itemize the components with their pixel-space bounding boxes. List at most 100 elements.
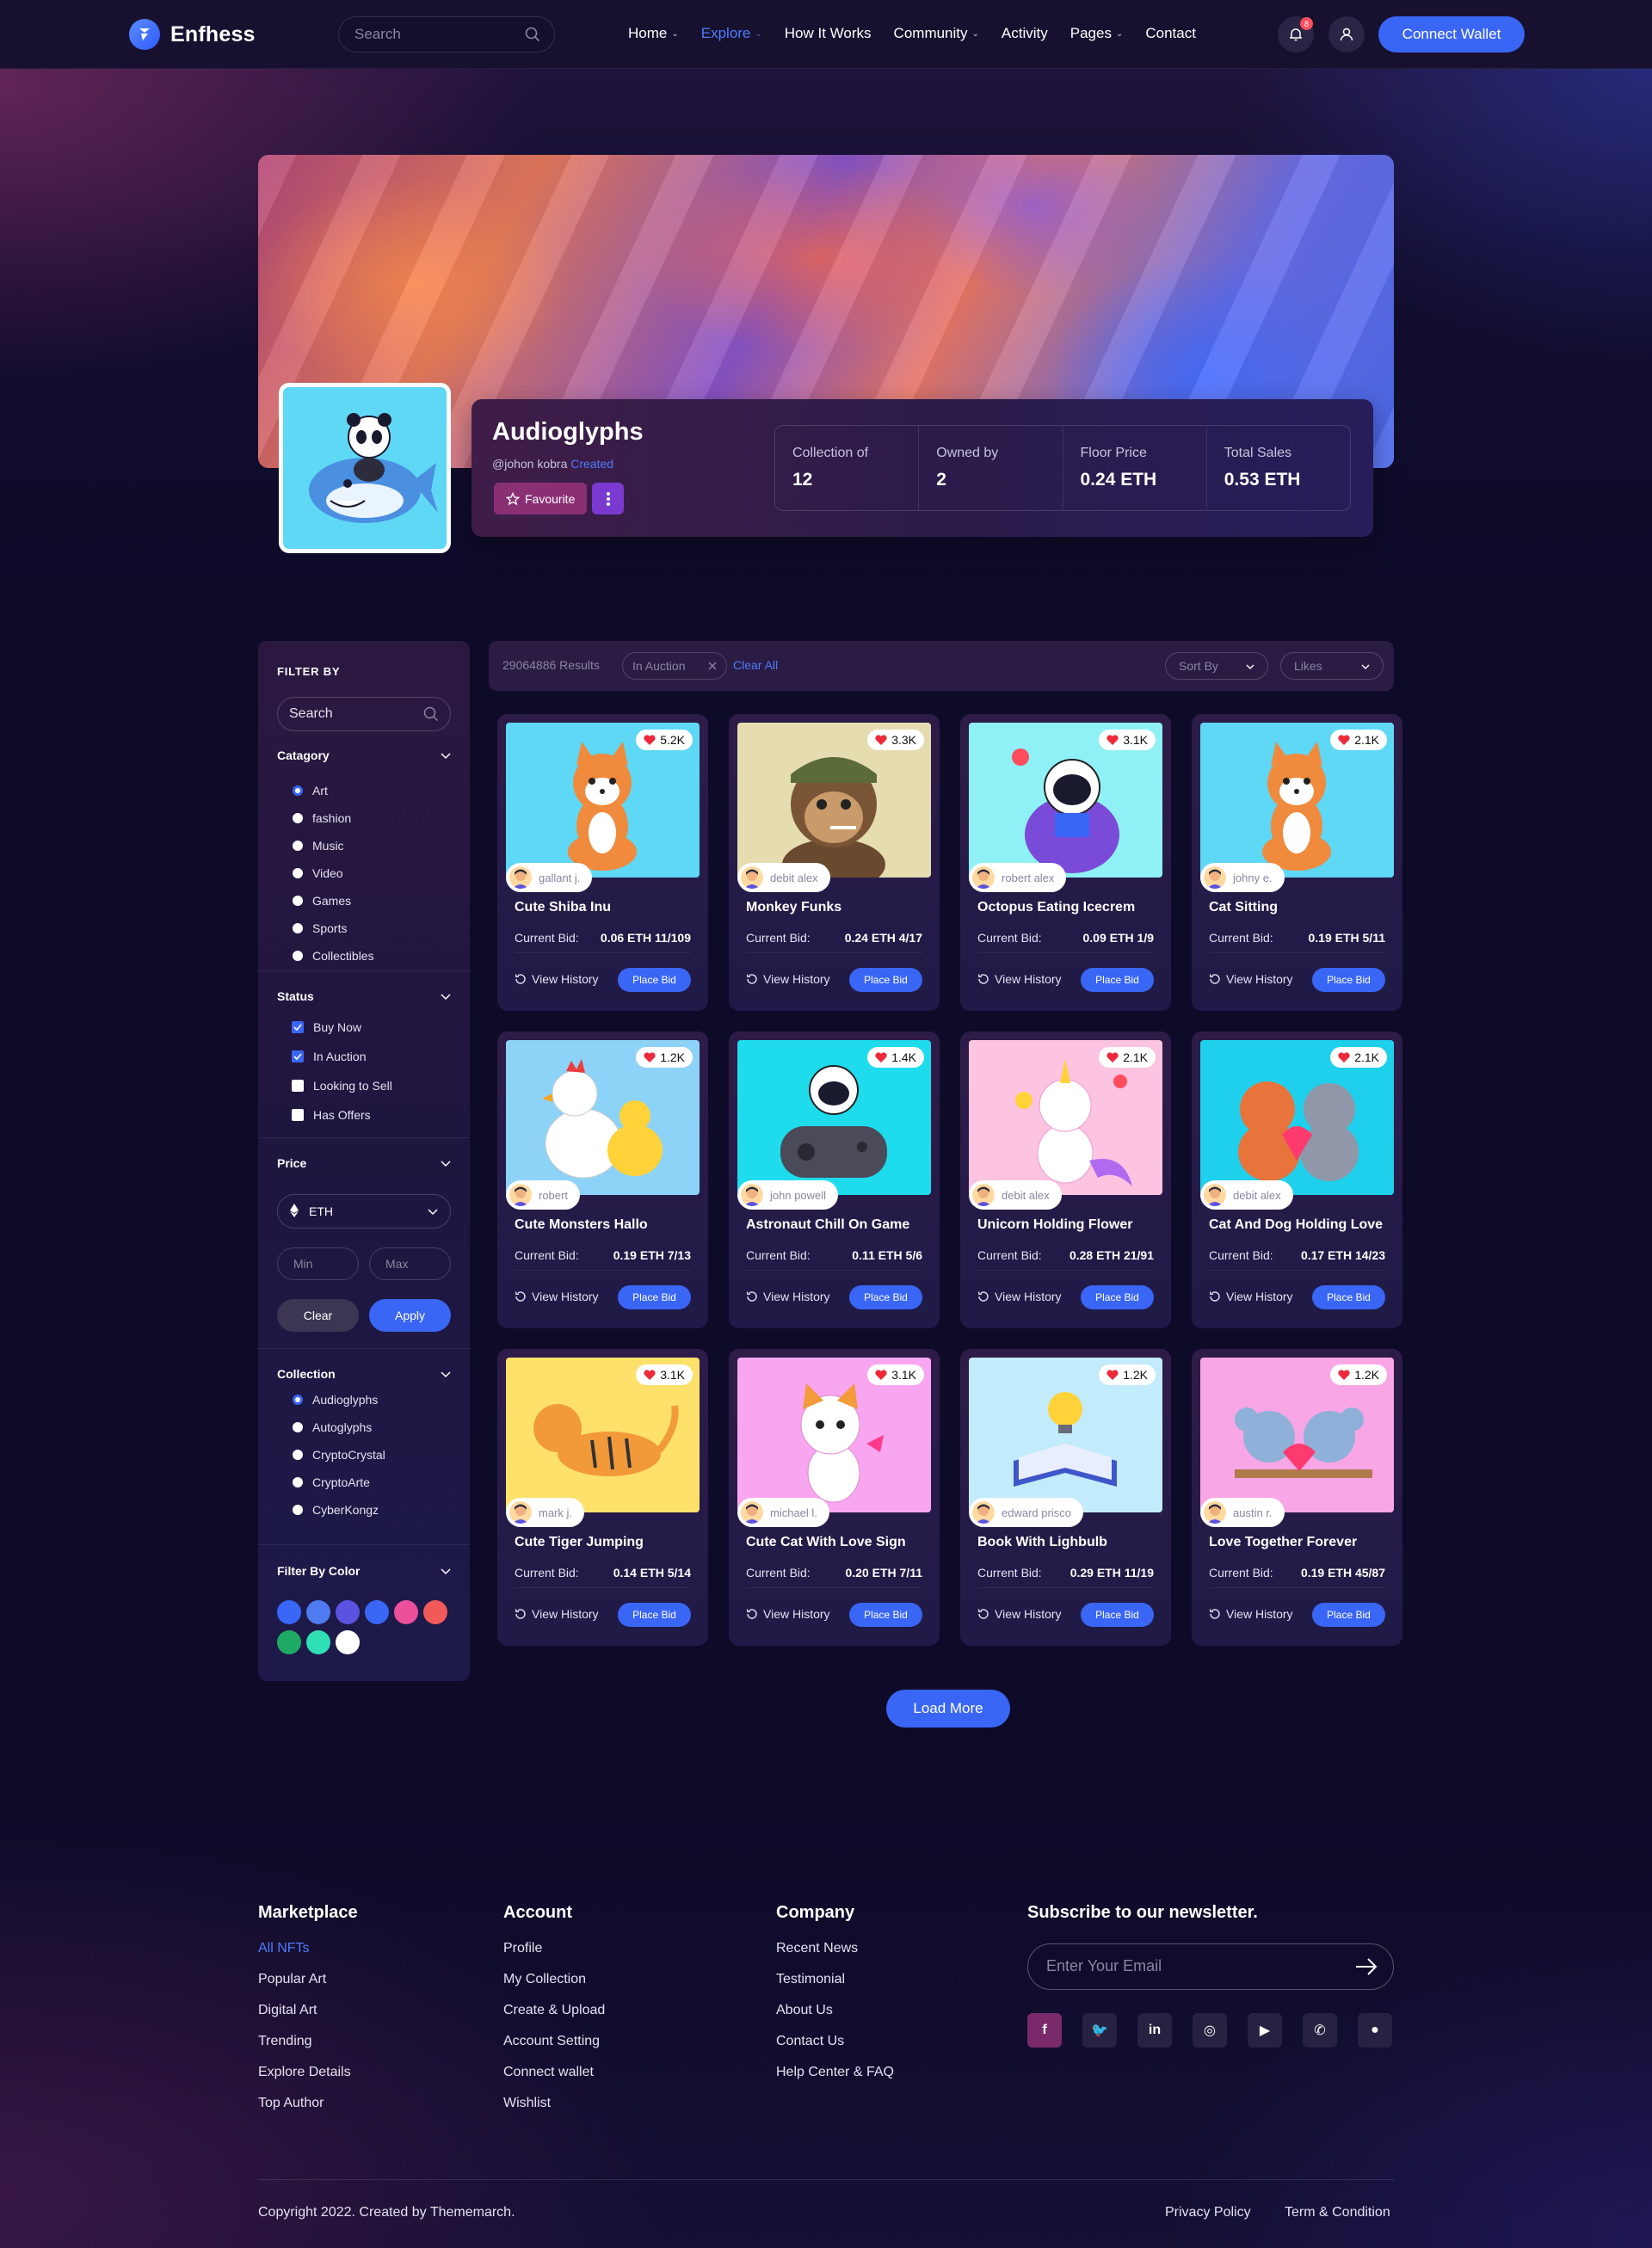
currency-select[interactable]: ETH [277,1194,451,1229]
filter-option-video[interactable]: Video [293,866,343,880]
nft-title[interactable]: Cute Tiger Jumping [515,1535,644,1550]
nft-title[interactable]: Cute Cat With Love Sign [746,1535,906,1550]
like-badge[interactable]: 1.2K [636,1047,693,1068]
view-history-link[interactable]: View History [977,1607,1062,1621]
radio-button[interactable] [293,1450,303,1460]
search-icon[interactable] [525,27,540,46]
nft-title[interactable]: Monkey Funks [746,900,841,915]
status-option-in-auction[interactable]: In Auction [292,1050,367,1063]
color-swatch[interactable] [423,1600,447,1624]
place-bid-button[interactable]: Place Bid [618,1285,691,1309]
radio-button[interactable] [293,785,303,796]
like-badge[interactable]: 5.2K [636,730,693,750]
nft-card[interactable]: 1.2K austin r. Love Together Forever Curren… [1192,1349,1402,1646]
nft-image[interactable]: 3.3K [737,723,931,878]
checkbox[interactable] [292,1021,304,1033]
owner-chip[interactable]: michael l. [737,1498,829,1527]
checkbox[interactable] [292,1050,304,1062]
price-min[interactable] [277,1247,359,1280]
nft-title[interactable]: Cute Monsters Hallo [515,1217,648,1233]
like-badge[interactable]: 3.1K [1099,730,1156,750]
nft-title[interactable]: Octopus Eating Icecrem [977,900,1135,915]
price-max-input[interactable] [385,1257,437,1271]
notification-button[interactable]: 8 [1278,16,1314,52]
nft-card[interactable]: 3.1K michael l. Cute Cat With Love Sign Cur… [729,1349,940,1646]
filter-search[interactable] [277,697,451,731]
header-search-input[interactable] [354,26,509,43]
newsletter-form[interactable] [1027,1943,1394,1990]
view-history-link[interactable]: View History [746,1607,830,1621]
nft-title[interactable]: Love Together Forever [1209,1535,1357,1550]
nft-image[interactable]: 1.2K [506,1040,700,1195]
owner-chip[interactable]: robert alex [969,863,1067,892]
filter-option-cyberkongz[interactable]: CyberKongz [293,1503,379,1517]
footer-link[interactable]: Create & Upload [503,2003,605,2018]
nav-item-home[interactable]: Home ⌄ [628,25,679,42]
place-bid-button[interactable]: Place Bid [1081,1285,1154,1309]
like-badge[interactable]: 3.1K [867,1364,924,1385]
search-icon[interactable] [423,706,439,726]
close-icon[interactable] [708,659,717,673]
footer-link[interactable]: Wishlist [503,2096,551,2111]
nft-card[interactable]: 2.1K debit alex Unicorn Holding Flower Curr… [960,1032,1171,1328]
place-bid-button[interactable]: Place Bid [849,968,922,992]
view-history-link[interactable]: View History [1209,1607,1293,1621]
nft-title[interactable]: Cat Sitting [1209,900,1278,915]
connect-wallet-button[interactable]: Connect Wallet [1378,16,1525,52]
status-section-header[interactable]: Status [277,989,451,1003]
like-badge[interactable]: 1.4K [867,1047,924,1068]
twitter-icon[interactable]: 🐦 [1082,2013,1117,2048]
price-clear-button[interactable]: Clear [277,1299,359,1332]
nav-item-how-it-works[interactable]: How It Works [785,25,872,42]
status-option-looking-to-sell[interactable]: Looking to Sell [292,1079,392,1093]
instagram-icon[interactable]: ◎ [1193,2013,1227,2048]
category-section-header[interactable]: Catagory [277,748,451,762]
footer-link[interactable]: Help Center & FAQ [776,2065,894,2080]
collection-section-header[interactable]: Collection [277,1367,451,1381]
radio-button[interactable] [293,1477,303,1487]
nft-image[interactable]: 5.2K [506,723,700,878]
nft-image[interactable]: 3.1K [737,1358,931,1512]
color-swatch[interactable] [277,1600,301,1624]
like-badge[interactable]: 2.1K [1099,1047,1156,1068]
footer-link[interactable]: Profile [503,1941,542,1956]
arrow-right-icon[interactable] [1355,1957,1378,1980]
owner-chip[interactable]: edward prisco [969,1498,1083,1527]
radio-button[interactable] [293,813,303,823]
newsletter-email-input[interactable] [1046,1957,1330,1975]
place-bid-button[interactable]: Place Bid [1312,1603,1385,1627]
like-badge[interactable]: 3.1K [636,1364,693,1385]
active-filter-chip[interactable]: In Auction [622,652,727,680]
radio-button[interactable] [293,841,303,851]
filter-option-music[interactable]: Music [293,839,344,853]
view-history-link[interactable]: View History [515,972,599,986]
footer-link[interactable]: Recent News [776,1941,858,1956]
place-bid-button[interactable]: Place Bid [1312,968,1385,992]
favourite-button[interactable]: Favourite [494,483,588,514]
filter-option-collectibles[interactable]: Collectibles [293,949,374,963]
filter-option-cryptoarte[interactable]: CryptoArte [293,1475,370,1489]
owner-chip[interactable]: john powell [737,1180,839,1210]
load-more-button[interactable]: Load More [886,1690,1010,1728]
place-bid-button[interactable]: Place Bid [849,1603,922,1627]
place-bid-button[interactable]: Place Bid [1081,968,1154,992]
nav-item-community[interactable]: Community ⌄ [894,25,979,42]
owner-chip[interactable]: mark j. [506,1498,584,1527]
price-min-input[interactable] [293,1257,345,1271]
footer-link[interactable]: All NFTs [258,1941,310,1956]
like-badge[interactable]: 3.3K [867,730,924,750]
terms-link[interactable]: Term & Condition [1285,2205,1390,2220]
view-history-link[interactable]: View History [515,1290,599,1303]
footer-link[interactable]: Account Setting [503,2034,600,2049]
price-max[interactable] [369,1247,451,1280]
owner-chip[interactable]: robert [506,1180,580,1210]
nft-image[interactable]: 2.1K [969,1040,1162,1195]
sort-by-select[interactable]: Sort By [1165,652,1268,680]
linkedin-icon[interactable]: in [1137,2013,1172,2048]
checkbox[interactable] [292,1080,304,1092]
footer-link[interactable]: My Collection [503,1972,586,1987]
view-history-link[interactable]: View History [746,1290,830,1303]
nft-image[interactable]: 1.2K [969,1358,1162,1512]
place-bid-button[interactable]: Place Bid [1312,1285,1385,1309]
nft-title[interactable]: Book With Lighbulb [977,1535,1107,1550]
